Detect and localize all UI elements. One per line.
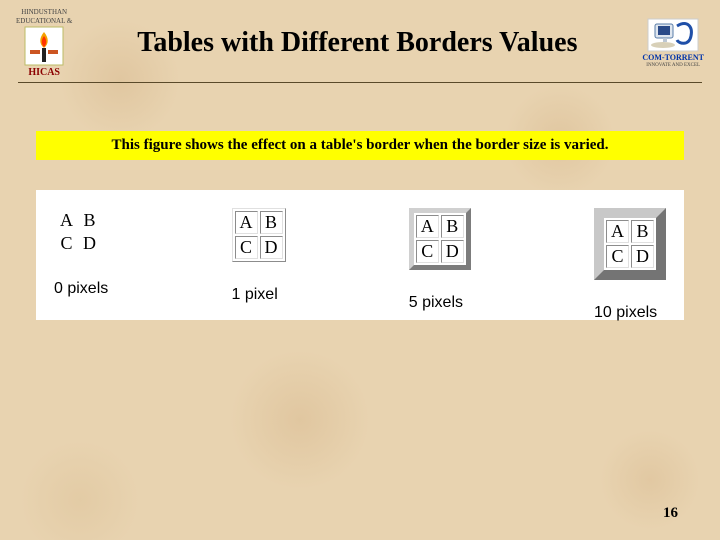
table-border-0: AB CD — [54, 208, 102, 256]
table-border-1: AB CD — [232, 208, 286, 262]
sample-5px: AB CD 5 pixels — [409, 208, 471, 312]
cell-b: B — [79, 210, 100, 231]
logo-left-line3: HICAS — [28, 67, 60, 78]
cell-c: C — [235, 236, 258, 259]
sample-0px: AB CD 0 pixels — [54, 208, 108, 298]
sample-label: 5 pixels — [409, 294, 463, 312]
logo-right-line2: INNOVATE AND EXCEL — [646, 63, 700, 68]
org-logo-left: HINDUSTHAN EDUCATIONAL & HICAS — [16, 8, 72, 78]
table-border-10: AB CD — [594, 208, 666, 280]
sample-1px: AB CD 1 pixel — [232, 208, 286, 304]
figure-area: AB CD 0 pixels AB CD 1 pixel AB CD 5 pix… — [36, 190, 684, 320]
sample-label: 1 pixel — [232, 286, 278, 304]
slide: HINDUSTHAN EDUCATIONAL & HICAS Tables wi… — [0, 0, 720, 540]
torch-icon — [24, 26, 64, 66]
cell-c: C — [56, 233, 77, 254]
cell-b: B — [260, 211, 283, 234]
title-underline — [18, 82, 702, 83]
sample-label: 0 pixels — [54, 280, 108, 298]
cell-b: B — [441, 215, 464, 238]
cell-a: A — [606, 220, 629, 243]
slide-title: Tables with Different Borders Values — [72, 27, 642, 59]
caption-box: This figure shows the effect on a table'… — [36, 131, 684, 160]
logo-left-line2: EDUCATIONAL & — [16, 17, 72, 25]
cell-b: B — [631, 220, 654, 243]
cell-d: D — [441, 240, 464, 263]
computer-icon — [647, 18, 699, 52]
cell-d: D — [260, 236, 283, 259]
page-number: 16 — [663, 505, 678, 522]
org-logo-right: COM-TORRENT INNOVATE AND EXCEL — [642, 18, 704, 68]
sample-label: 10 pixels — [594, 304, 657, 322]
cell-a: A — [416, 215, 439, 238]
cell-a: A — [235, 211, 258, 234]
logo-right-line1: COM-TORRENT — [642, 53, 704, 62]
cell-a: A — [56, 210, 77, 231]
cell-c: C — [606, 245, 629, 268]
sample-10px: AB CD 10 pixels — [594, 208, 666, 322]
table-border-5: AB CD — [409, 208, 471, 270]
cell-d: D — [79, 233, 100, 254]
slide-header: HINDUSTHAN EDUCATIONAL & HICAS Tables wi… — [0, 0, 720, 78]
cell-d: D — [631, 245, 654, 268]
cell-c: C — [416, 240, 439, 263]
logo-left-line1: HINDUSTHAN — [21, 8, 67, 16]
